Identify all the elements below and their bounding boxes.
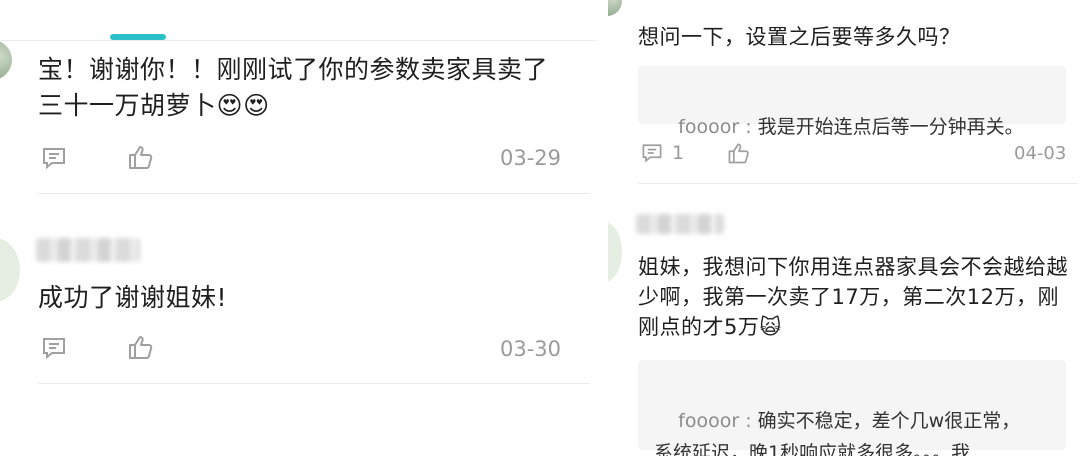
avatar[interactable] xyxy=(608,222,622,282)
like-button[interactable] xyxy=(126,142,156,172)
thumbs-up-icon xyxy=(726,140,752,166)
thumbs-up-icon xyxy=(126,142,156,172)
comment-text: 想问一下，设置之后要等多久吗？ xyxy=(638,25,961,49)
divider xyxy=(0,40,596,41)
comment-date: 04-03 xyxy=(1014,143,1067,164)
comment-icon xyxy=(40,144,68,172)
reply-preview[interactable]: foooor : 我是开始连点后等一分钟再关。 xyxy=(638,66,1066,138)
username[interactable] xyxy=(36,238,140,262)
like-button[interactable] xyxy=(726,140,752,166)
comment-icon xyxy=(40,334,68,362)
reply-separator: : xyxy=(739,410,758,432)
reply-separator: : xyxy=(739,116,758,138)
comment-text: 成功了谢谢姐妹! xyxy=(38,283,228,312)
reply-preview[interactable]: foooor : 确实不稳定，差个几w很正常， 系统延迟，晚1秒响应就多很多。。… xyxy=(638,360,1066,456)
thumbs-up-icon xyxy=(126,332,156,362)
comment-text: 姐妹，我想问下你用连点器家具会不会越给越 少啊，我第一次卖了17万，第二次12万… xyxy=(638,255,1068,339)
comment-icon xyxy=(640,141,664,165)
reply-username[interactable]: foooor xyxy=(678,410,739,432)
username[interactable] xyxy=(636,214,724,234)
avatar[interactable] xyxy=(608,0,622,16)
avatar[interactable] xyxy=(0,40,12,80)
comment-date: 03-29 xyxy=(500,146,562,170)
like-button[interactable] xyxy=(126,332,156,362)
right-comment-panel: 想问一下，设置之后要等多久吗？ foooor : 我是开始连点后等一分钟再关。 … xyxy=(608,0,1080,456)
comment-text: 宝！谢谢你！！刚刚试了你的参数卖家具卖了 三十一万胡萝卜😍😍 xyxy=(38,55,549,120)
divider xyxy=(38,193,590,194)
reply-text: 我是开始连点后等一分钟再关。 xyxy=(757,116,1024,138)
divider xyxy=(38,383,590,384)
comment-count: 1 xyxy=(672,142,685,164)
comment-button[interactable]: 1 xyxy=(640,141,684,165)
left-comment-panel: 宝！谢谢你！！刚刚试了你的参数卖家具卖了 三十一万胡萝卜😍😍 03-29 成功了… xyxy=(0,0,596,456)
comment-date: 03-30 xyxy=(500,337,562,361)
avatar[interactable] xyxy=(0,238,20,302)
divider xyxy=(638,183,1078,184)
reply-username[interactable]: foooor xyxy=(678,116,739,138)
comment-button[interactable] xyxy=(40,144,68,172)
comment-button[interactable] xyxy=(40,334,68,362)
panel-gap xyxy=(596,0,608,456)
